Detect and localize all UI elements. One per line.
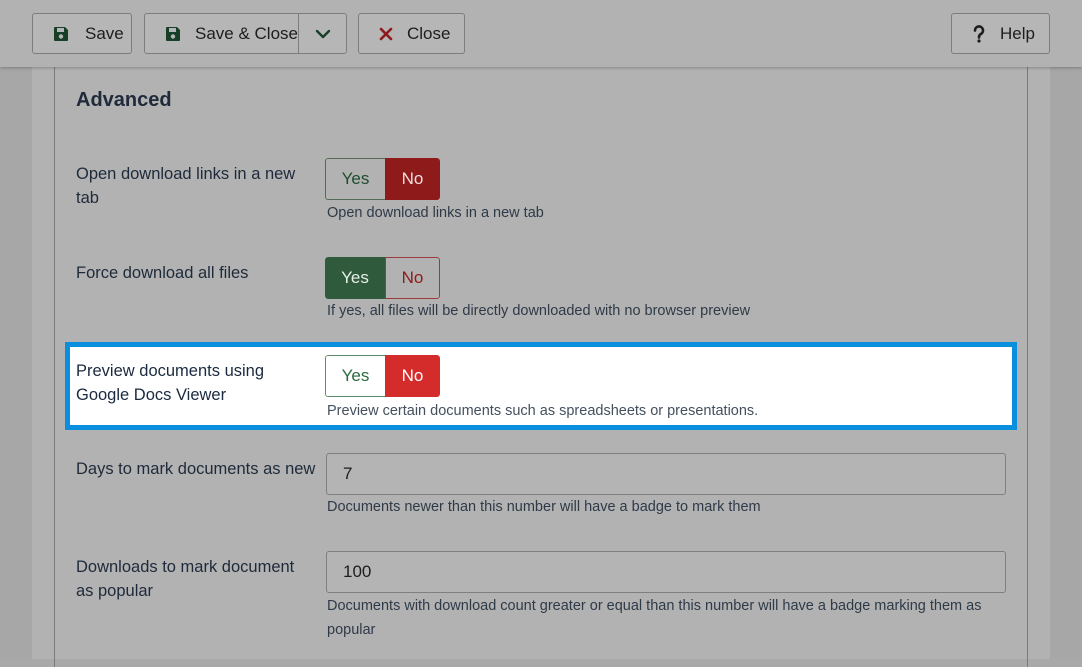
- save-close-button[interactable]: Save & Close: [144, 13, 347, 54]
- x-icon: [379, 27, 393, 41]
- field-description: Preview certain documents such as spread…: [327, 403, 759, 419]
- close-label: Close: [407, 23, 451, 43]
- save-label: Save: [85, 23, 124, 43]
- field-description: Documents with download count greater or…: [327, 598, 982, 638]
- field-description: Documents newer than this number will ha…: [327, 499, 761, 515]
- highlighted-field-preview-docs: Preview documents using Google Docs View…: [65, 342, 1017, 430]
- toggle-yes-button[interactable]: Yes: [325, 257, 385, 299]
- chevron-down-icon: [315, 28, 331, 40]
- save-close-label: Save & Close: [195, 23, 298, 43]
- toggle-no-button[interactable]: No: [385, 158, 440, 200]
- save-button[interactable]: Save: [32, 13, 132, 54]
- field-description: If yes, all files will be directly downl…: [327, 303, 751, 319]
- toggle-yes-button[interactable]: Yes: [325, 158, 385, 200]
- section-title: Advanced: [76, 89, 172, 111]
- toggle-force-download: Yes No: [325, 257, 440, 299]
- days-new-input[interactable]: 7: [326, 453, 1006, 495]
- save-options-dropdown[interactable]: [299, 14, 347, 53]
- help-label: Help: [1000, 23, 1035, 43]
- page-gutter-left: [0, 67, 32, 659]
- field-label-downloads-popular: Downloads to mark document as popular: [76, 558, 295, 600]
- downloads-popular-input[interactable]: 100: [326, 551, 1006, 593]
- page-gutter-right: [1050, 67, 1082, 659]
- field-label-force-download: Force download all files: [76, 264, 249, 282]
- help-button[interactable]: Help: [951, 13, 1050, 54]
- field-description: Open download links in a new tab: [327, 205, 544, 221]
- field-label-open-new-tab: Open download links in a new tab: [76, 165, 296, 207]
- question-mark-icon: [972, 24, 986, 43]
- toggle-yes-button[interactable]: Yes: [325, 355, 385, 397]
- toggle-open-new-tab: Yes No: [325, 158, 440, 200]
- toggle-preview-docs: Yes No: [325, 355, 440, 397]
- toggle-no-button[interactable]: No: [385, 355, 440, 397]
- floppy-disk-icon: [165, 26, 181, 42]
- close-button[interactable]: Close: [358, 13, 465, 54]
- field-label-preview-docs: Preview documents using Google Docs View…: [76, 362, 265, 404]
- field-label-days-new: Days to mark documents as new: [76, 460, 316, 478]
- floppy-disk-icon: [53, 26, 69, 42]
- toggle-no-button[interactable]: No: [385, 257, 440, 299]
- toolbar: Save Save & Close Close Help: [0, 0, 1082, 67]
